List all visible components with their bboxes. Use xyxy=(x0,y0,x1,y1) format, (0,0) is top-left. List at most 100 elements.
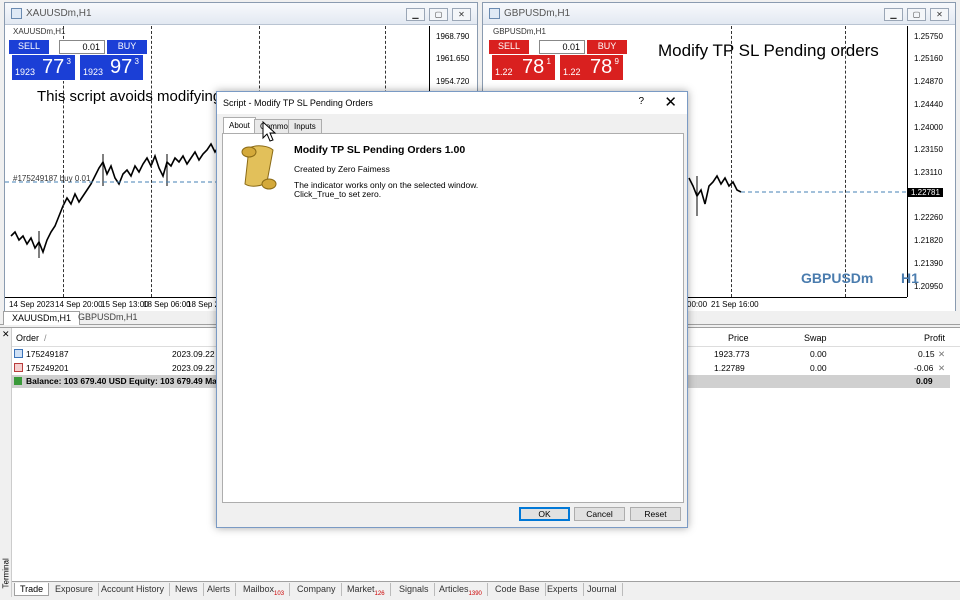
tab-trade[interactable]: Trade xyxy=(14,583,50,596)
price-tick: 1.21390 xyxy=(914,259,943,268)
buy-button[interactable]: BUY xyxy=(587,40,627,54)
sort-icon: / xyxy=(44,333,47,343)
tab-label: Alerts xyxy=(207,584,231,594)
tab-account-history[interactable]: Account History xyxy=(96,583,171,596)
script-description-2: Click_True_to set zero. xyxy=(294,189,382,199)
script-scroll-icon xyxy=(241,145,277,190)
sell-price-prefix: 1.22 xyxy=(495,67,513,77)
buy-price-big: 97 xyxy=(110,56,133,78)
buy-price-sup: 3 xyxy=(134,57,139,66)
buy-price-big: 78 xyxy=(590,56,613,78)
dialog-title: Script - Modify TP SL Pending Orders xyxy=(223,98,373,108)
tab-mailbox[interactable]: Mailbox103 xyxy=(238,583,291,597)
tab-exposure[interactable]: Exposure xyxy=(50,583,100,596)
buy-price-sup: 9 xyxy=(614,57,619,66)
buy-price-prefix: 1.22 xyxy=(563,67,581,77)
buy-order-icon xyxy=(14,349,23,358)
chart-tab-xauusd[interactable]: XAUUSDm,H1 xyxy=(3,311,81,325)
order-line-label: #175249187 buy 0.01 xyxy=(13,174,91,183)
ok-button[interactable]: OK xyxy=(519,507,570,521)
close-icon[interactable]: ✕ xyxy=(452,8,471,21)
column-swap[interactable]: Swap xyxy=(804,333,827,343)
price-tick: 1.25160 xyxy=(914,54,943,63)
tab-news[interactable]: News xyxy=(170,583,204,596)
close-order-icon[interactable]: ✕ xyxy=(938,363,945,374)
help-icon[interactable]: ? xyxy=(638,96,644,107)
terminal-side-bar: ✕ Terminal xyxy=(0,328,12,597)
buy-button[interactable]: BUY xyxy=(107,40,147,54)
tab-company[interactable]: Company xyxy=(292,583,342,596)
column-order[interactable]: Order xyxy=(16,333,39,343)
price-tick: 1.24440 xyxy=(914,100,943,109)
time-tick: 14 Sep 2023 xyxy=(9,300,55,309)
close-icon[interactable]: ✕ xyxy=(664,93,677,111)
time-tick: 00:00 xyxy=(687,300,708,309)
tab-label: Company xyxy=(297,584,336,594)
price-tick: 1.21820 xyxy=(914,236,943,245)
minimize-icon[interactable]: ▁ xyxy=(884,8,903,21)
tab-articles[interactable]: Articles1390 xyxy=(434,583,488,597)
balance-icon xyxy=(14,377,22,385)
close-order-icon[interactable]: ✕ xyxy=(938,349,945,360)
price-tick: 1.23110 xyxy=(914,168,943,177)
tab-label: Mailbox xyxy=(243,584,275,594)
reset-button[interactable]: Reset xyxy=(630,507,681,521)
buy-price-box[interactable]: 1923 97 3 xyxy=(79,54,144,81)
tab-label: Journal xyxy=(587,584,617,594)
order-swap: 0.00 xyxy=(810,363,827,373)
price-tick: 1.23150 xyxy=(914,145,943,154)
chart-symbol-label: GBPUSDm,H1 xyxy=(493,27,546,36)
sell-price-prefix: 1923 xyxy=(15,67,36,77)
order-id: 175249187 xyxy=(26,349,69,359)
cancel-button[interactable]: Cancel xyxy=(574,507,625,521)
tab-about[interactable]: About xyxy=(223,117,256,134)
sell-button[interactable]: SELL xyxy=(489,40,529,54)
sell-price-box[interactable]: 1923 77 3 xyxy=(11,54,76,81)
mouse-cursor-icon xyxy=(262,121,277,142)
chart-overlay-text: Modify TP SL Pending orders xyxy=(658,41,879,60)
one-click-trading-panel: SELL 0.01 BUY 1923 77 3 1923 97 3 xyxy=(9,40,147,81)
balance-text: Balance: 103 679.40 USD Equity: 103 679.… xyxy=(26,376,221,386)
price-tick: 1954.720 xyxy=(436,77,470,86)
chart-tab-gbpusd[interactable]: GBPUSDm,H1 xyxy=(70,311,146,325)
tab-experts[interactable]: Experts xyxy=(542,583,584,596)
maximize-icon[interactable]: ▢ xyxy=(429,8,448,21)
tab-label: Trade xyxy=(20,584,44,594)
tab-signals[interactable]: Signals xyxy=(394,583,435,596)
chart-title: GBPUSDm,H1 xyxy=(504,8,571,19)
current-price-tag: 1.22781 xyxy=(908,188,943,197)
tab-alerts[interactable]: Alerts xyxy=(202,583,237,596)
column-profit[interactable]: Profit xyxy=(924,333,945,343)
chart-window-icon xyxy=(11,8,22,19)
price-tick: 1.24870 xyxy=(914,77,943,86)
close-icon[interactable]: ✕ xyxy=(930,8,949,21)
sell-price-box[interactable]: 1.22 78 1 xyxy=(491,54,556,81)
tab-inputs[interactable]: Inputs xyxy=(288,119,322,134)
dialog-titlebar[interactable]: Script - Modify TP SL Pending Orders xyxy=(217,92,687,114)
tab-code-base[interactable]: Code Base xyxy=(490,583,546,596)
tab-journal[interactable]: Journal xyxy=(582,583,623,596)
balance-profit: 0.09 xyxy=(916,376,933,386)
price-tick: 1.25750 xyxy=(914,32,943,41)
chart-title: XAUUSDm,H1 xyxy=(26,8,92,19)
tab-label: Code Base xyxy=(495,584,540,594)
order-profit: 0.15 xyxy=(918,349,935,359)
time-tick: 14 Sep 20:00 xyxy=(55,300,103,309)
time-tick: 15 Sep 13:00 xyxy=(101,300,149,309)
minimize-icon[interactable]: ▁ xyxy=(406,8,425,21)
close-icon[interactable]: ✕ xyxy=(2,329,10,340)
price-tick: 1.22260 xyxy=(914,213,943,222)
terminal-tab-bar: Trade Exposure Account History News Aler… xyxy=(12,581,960,597)
tab-market[interactable]: Market126 xyxy=(342,583,391,597)
sell-button[interactable]: SELL xyxy=(9,40,49,54)
watermark-timeframe: H1 xyxy=(901,270,919,286)
lot-size-input[interactable]: 0.01 xyxy=(59,40,105,54)
maximize-icon[interactable]: ▢ xyxy=(907,8,926,21)
sell-price-sup: 3 xyxy=(66,57,71,66)
buy-price-box[interactable]: 1.22 78 9 xyxy=(559,54,624,81)
lot-size-input[interactable]: 0.01 xyxy=(539,40,585,54)
column-price[interactable]: Price xyxy=(728,333,749,343)
tab-label: Account History xyxy=(101,584,165,594)
watermark-symbol: GBPUSDm xyxy=(801,270,874,286)
order-id: 175249201 xyxy=(26,363,69,373)
